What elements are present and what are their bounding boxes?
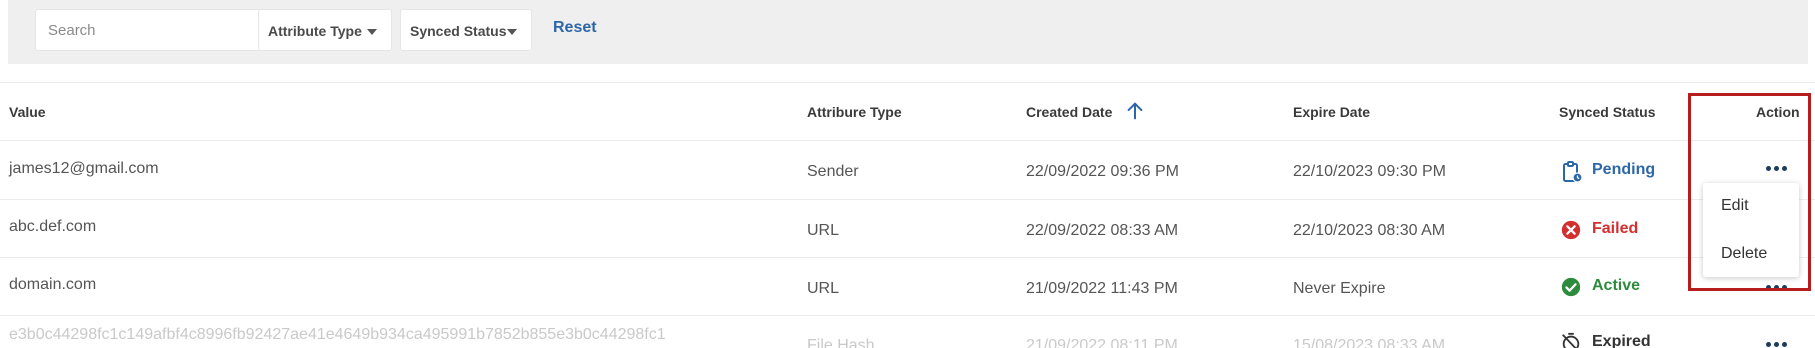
timer-off-icon	[1562, 332, 1580, 348]
divider	[0, 82, 1815, 83]
cell-created-date: 21/09/2022 08:11 PM	[1026, 337, 1178, 348]
status-text: Expired	[1592, 333, 1651, 348]
divider	[0, 257, 1815, 258]
cell-created-date: 22/09/2022 08:33 AM	[1026, 222, 1179, 239]
status-text: Active	[1592, 277, 1641, 294]
divider	[0, 315, 1815, 316]
cell-created-date: 21/09/2022 11:43 PM	[1026, 280, 1178, 297]
search-placeholder: Search	[48, 22, 96, 39]
cell-expire-date: 15/08/2023 08:33 AM	[1293, 337, 1446, 348]
check-circle-icon	[1561, 277, 1581, 297]
reset-button[interactable]: Reset	[553, 19, 597, 37]
caret-down-icon	[367, 29, 377, 35]
column-header-expire-date: Expire Date	[1293, 104, 1371, 120]
column-header-value: Value	[9, 104, 46, 120]
divider	[0, 140, 1815, 141]
divider	[0, 199, 1815, 200]
cell-attribute-type: URL	[807, 222, 840, 239]
highlight-box	[1688, 93, 1811, 291]
column-header-attribute-type: Attribure Type	[807, 104, 902, 120]
cell-expire-date: 22/10/2023 08:30 AM	[1293, 222, 1446, 239]
attribute-type-dropdown[interactable]: Attribute Type	[258, 9, 392, 51]
cell-expire-date: 22/10/2023 09:30 PM	[1293, 163, 1447, 180]
more-actions-icon[interactable]	[1766, 340, 1788, 348]
cell-created-date: 22/09/2022 09:36 PM	[1026, 163, 1180, 180]
cell-expire-date: Never Expire	[1293, 280, 1386, 297]
search-input[interactable]: Search	[35, 9, 295, 51]
cell-value: domain.com	[9, 276, 97, 293]
sort-ascending-icon[interactable]	[1124, 100, 1146, 122]
clipboard-clock-icon	[1563, 161, 1583, 183]
filter-bar: Search Attribute Type Synced Status Rese…	[8, 0, 1808, 64]
cell-value: abc.def.com	[9, 218, 97, 235]
cell-attribute-type: URL	[807, 280, 840, 297]
status-text: Failed	[1592, 220, 1639, 237]
cell-value: james12@gmail.com	[9, 160, 159, 177]
cell-value: e3b0c44298fc1c149afbf4c8996fb92427ae41e4…	[9, 326, 666, 343]
x-circle-icon	[1561, 220, 1581, 240]
cell-attribute-type: File Hash	[807, 337, 875, 348]
caret-down-icon	[507, 29, 517, 35]
column-header-created-date[interactable]: Created Date	[1026, 104, 1112, 120]
cell-attribute-type: Sender	[807, 163, 859, 180]
attribute-type-label: Attribute Type	[268, 23, 362, 39]
status-text: Pending	[1592, 161, 1656, 178]
synced-status-dropdown[interactable]: Synced Status	[400, 9, 532, 51]
synced-status-label: Synced Status	[410, 23, 507, 39]
column-header-synced-status: Synced Status	[1559, 104, 1656, 120]
